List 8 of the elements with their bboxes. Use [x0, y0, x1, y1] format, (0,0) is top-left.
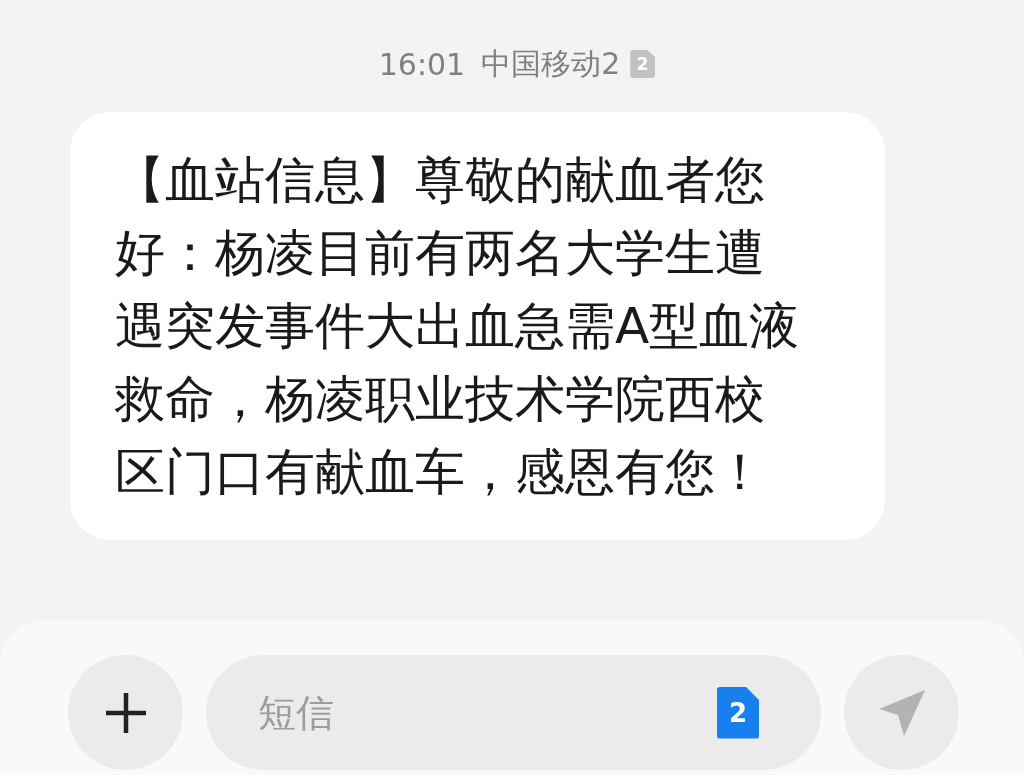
- message-input-field[interactable]: 短信 2: [206, 655, 821, 770]
- send-icon: [878, 689, 925, 736]
- sim-selector[interactable]: 2: [717, 686, 759, 739]
- sim-indicator: 2: [630, 50, 656, 78]
- carrier-name: 中国移动2: [481, 44, 621, 83]
- time-text: 16:01: [378, 46, 466, 82]
- plus-icon: [103, 690, 148, 735]
- message-text: 【血站信息】尊敬的献血者您好：杨凌目前有两名大学生遭遇突发事件大出血急需A型血液救命，杨凌职业技术学院西校区门口有献血车，感恩有您！: [115, 150, 801, 503]
